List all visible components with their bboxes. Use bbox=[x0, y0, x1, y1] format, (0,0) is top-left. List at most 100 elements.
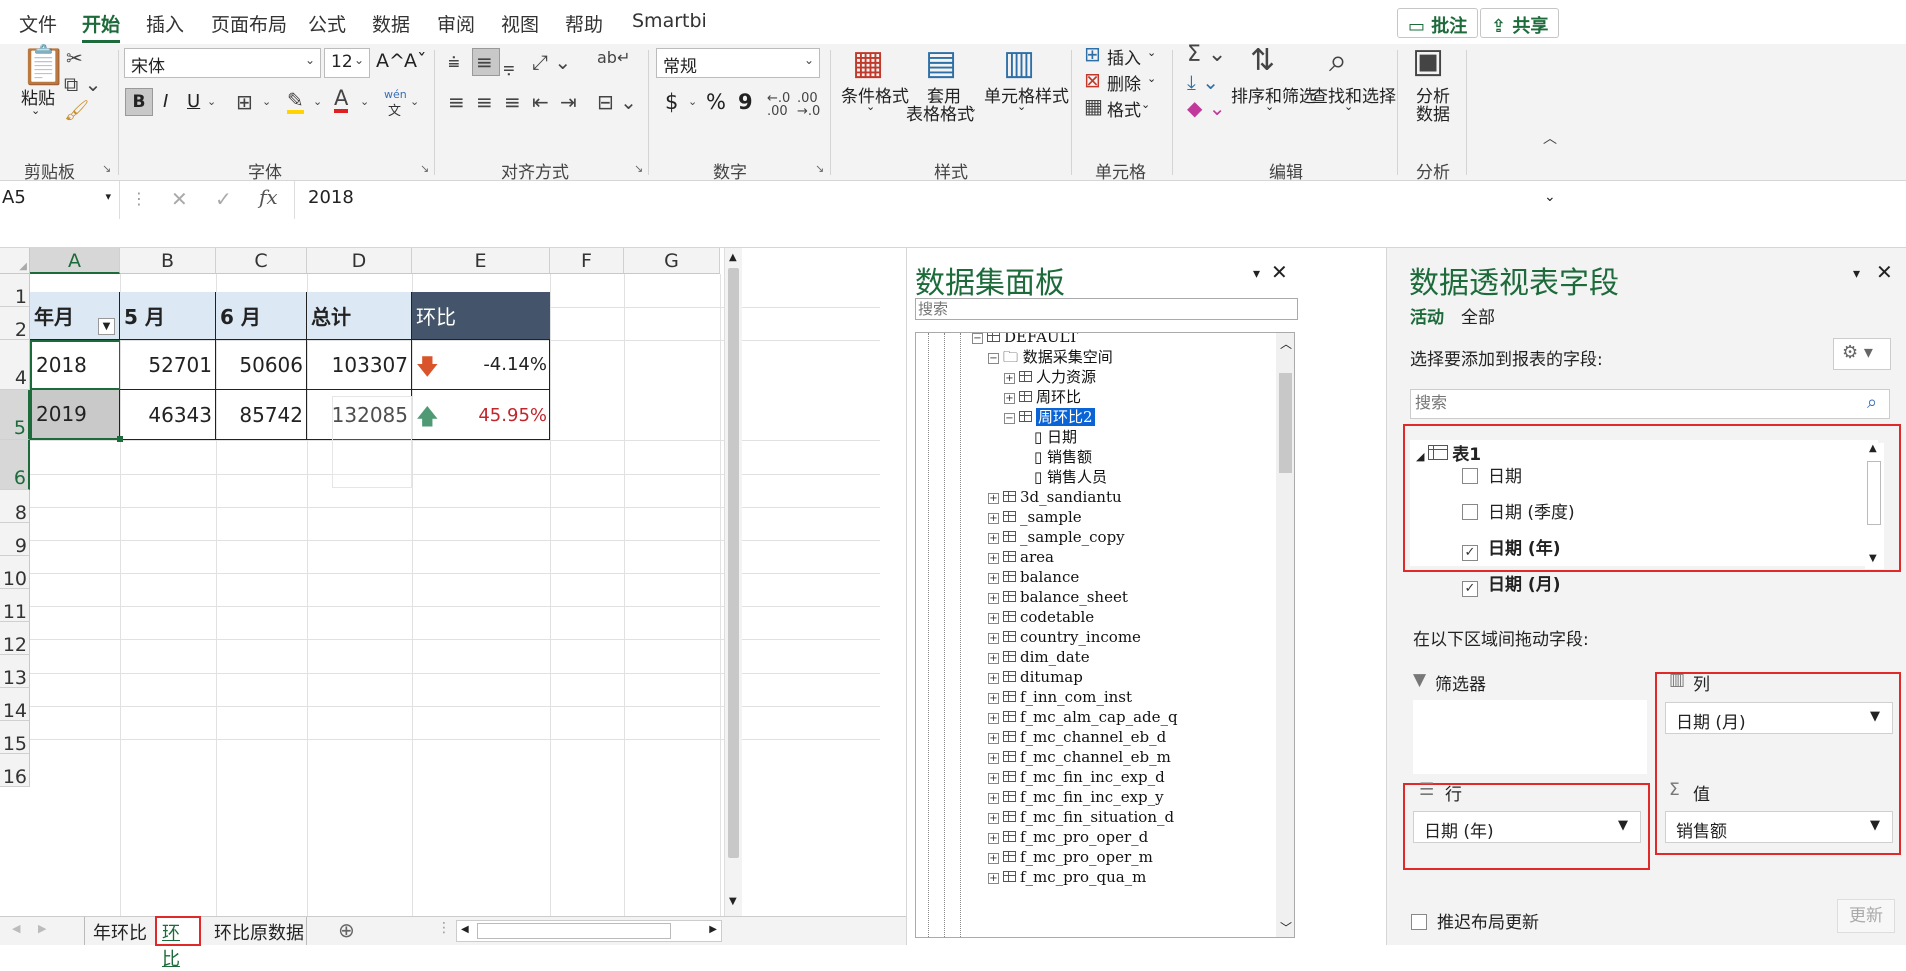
tree-table[interactable]: + country_income bbox=[988, 627, 1141, 647]
cell-b5[interactable]: 52701 bbox=[120, 340, 216, 390]
insert-function-icon[interactable]: fx bbox=[259, 185, 278, 209]
tree-node-space[interactable]: − 🗀 数据采集空间 bbox=[988, 347, 1113, 367]
insert-cells-button[interactable]: 插入 bbox=[1107, 44, 1141, 69]
row-header-6[interactable]: 6 bbox=[0, 440, 30, 490]
cell-d5[interactable]: 103307 bbox=[307, 340, 412, 390]
cell-styles-icon[interactable]: ▥ bbox=[1003, 46, 1035, 80]
collapse-icon[interactable]: − bbox=[972, 333, 983, 344]
chevron-down-icon[interactable]: ⌄ bbox=[207, 96, 216, 107]
increase-decimal-icon[interactable]: ←.0.00 bbox=[767, 92, 790, 118]
horizontal-scrollbar[interactable]: ◀ ▶ bbox=[456, 920, 722, 942]
font-size-select[interactable]: 12 ⌄ bbox=[324, 48, 370, 78]
expand-icon[interactable]: + bbox=[988, 593, 999, 604]
gear-icon[interactable]: ⚙ ▾ bbox=[1833, 338, 1891, 370]
tab-home[interactable]: 开始 bbox=[82, 10, 121, 43]
add-sheet-icon[interactable]: ⊕ bbox=[338, 918, 355, 942]
select-all-corner[interactable]: ◢ bbox=[0, 248, 30, 274]
filter-dropdown-icon[interactable]: ▼ bbox=[98, 318, 115, 335]
row-header-5[interactable]: 5 bbox=[0, 390, 30, 440]
cell-c5[interactable]: 50606 bbox=[216, 340, 307, 390]
tab-active[interactable]: 活动 bbox=[1410, 303, 1444, 328]
sheet-tab-ratio[interactable]: 环比 bbox=[155, 916, 201, 970]
tab-file[interactable]: 文件 bbox=[19, 10, 57, 37]
header-cell-year-month[interactable]: 年月 ▼ bbox=[30, 292, 120, 340]
expand-icon[interactable]: + bbox=[988, 673, 999, 684]
increase-indent-icon[interactable]: ⇥ bbox=[560, 92, 577, 112]
expand-icon[interactable]: + bbox=[988, 753, 999, 764]
tab-all[interactable]: 全部 bbox=[1461, 303, 1495, 328]
find-select-button[interactable]: 查找和选择 bbox=[1311, 82, 1396, 107]
defer-update-option[interactable]: 推迟布局更新 bbox=[1411, 908, 1539, 933]
checkbox[interactable] bbox=[1462, 504, 1478, 520]
column-header-d[interactable]: D bbox=[307, 248, 412, 274]
tree-node-weekly2[interactable]: − 周环比2 bbox=[1004, 407, 1095, 427]
tree-table[interactable]: + ditumap bbox=[988, 667, 1083, 687]
column-header-e[interactable]: E bbox=[412, 248, 550, 274]
fill-icon[interactable]: ⤓ ⌄ bbox=[1187, 72, 1219, 92]
cell-a6[interactable]: 2019 bbox=[30, 390, 120, 440]
grow-font-icon[interactable]: A^ bbox=[376, 50, 405, 72]
expand-icon[interactable]: + bbox=[988, 513, 999, 524]
formula-input[interactable]: 2018 bbox=[294, 181, 1562, 219]
tree-table[interactable]: + f_mc_channel_eb_d bbox=[988, 727, 1166, 747]
chevron-down-icon[interactable]: ⌄ bbox=[688, 96, 697, 107]
align-left-icon[interactable]: ≡ bbox=[448, 92, 465, 112]
clipboard-launcher-icon[interactable]: ↘ bbox=[102, 162, 111, 175]
cell-e6[interactable]: 🡅 45.95% bbox=[412, 390, 550, 440]
chevron-down-icon[interactable]: ⌄ bbox=[313, 96, 322, 107]
underline-button[interactable]: U bbox=[187, 91, 200, 112]
format-cells-button[interactable]: 格式 bbox=[1107, 96, 1141, 121]
chevron-down-icon[interactable]: ⌄ bbox=[1147, 72, 1156, 85]
tree-table[interactable]: +3d_sandiantu bbox=[988, 487, 1122, 507]
row-header-16[interactable]: 16 bbox=[0, 754, 30, 788]
tree-table[interactable]: + f_mc_pro_oper_m bbox=[988, 847, 1153, 867]
expand-icon[interactable]: + bbox=[988, 533, 999, 544]
header-cell-may[interactable]: 5 月 bbox=[120, 292, 216, 340]
cell-e5[interactable]: 🡇 -4.14% bbox=[412, 340, 550, 390]
chevron-down-icon[interactable]: ⌄ bbox=[262, 96, 271, 107]
cancel-icon[interactable]: ✕ bbox=[171, 187, 188, 211]
cut-icon[interactable]: ✂ bbox=[66, 48, 83, 68]
scroll-up-icon[interactable]: ▲ bbox=[729, 252, 737, 263]
scroll-thumb[interactable] bbox=[477, 923, 671, 939]
comma-button[interactable]: 9 bbox=[738, 90, 753, 114]
expand-icon[interactable]: + bbox=[988, 733, 999, 744]
paste-dropdown-icon[interactable]: ⌄ bbox=[31, 104, 40, 117]
chevron-down-icon[interactable]: ⌄ bbox=[1344, 100, 1353, 113]
format-as-table-icon[interactable]: ▤ bbox=[925, 46, 957, 80]
field-item[interactable]: 日期 bbox=[1462, 462, 1522, 487]
expand-icon[interactable]: + bbox=[988, 793, 999, 804]
checkbox-checked[interactable]: ✓ bbox=[1462, 545, 1478, 561]
expand-icon[interactable]: + bbox=[1004, 373, 1015, 384]
share-button[interactable]: ⇪ 共享 bbox=[1480, 8, 1560, 38]
italic-button[interactable]: I bbox=[163, 91, 168, 112]
tab-data[interactable]: 数据 bbox=[372, 10, 410, 37]
chevron-down-icon[interactable]: ⌄ bbox=[968, 102, 977, 115]
tree-node-hr[interactable]: + 人力资源 bbox=[1004, 367, 1096, 387]
expand-formula-icon[interactable]: ⌄ bbox=[1544, 189, 1556, 205]
scroll-down-icon[interactable]: ▼ bbox=[1869, 553, 1877, 564]
scroll-down-icon[interactable]: ▼ bbox=[729, 896, 737, 907]
row-header-8[interactable]: 8 bbox=[0, 490, 30, 524]
format-cells-icon[interactable]: ▦ bbox=[1084, 96, 1103, 116]
orientation-icon[interactable]: ⤢ ⌄ bbox=[532, 52, 571, 72]
tab-smartbi[interactable]: Smartbi bbox=[632, 10, 707, 32]
update-button[interactable]: 更新 bbox=[1837, 899, 1895, 933]
conditional-format-icon[interactable]: ▦ bbox=[852, 46, 884, 80]
autosum-icon[interactable]: Σ ⌄ bbox=[1187, 44, 1226, 66]
shrink-font-icon[interactable]: Aˇ bbox=[404, 50, 427, 72]
column-field-dropdown[interactable]: 日期 (月) ▼ bbox=[1665, 702, 1893, 734]
column-header-a[interactable]: A bbox=[30, 248, 120, 274]
tree-table[interactable]: + balance bbox=[988, 567, 1079, 587]
tab-view[interactable]: 视图 bbox=[501, 10, 539, 37]
scroll-thumb[interactable] bbox=[1279, 373, 1292, 473]
field-item[interactable]: ✓ 日期 (月) bbox=[1462, 570, 1560, 597]
tree-table[interactable]: + _sample_copy bbox=[988, 527, 1125, 547]
header-cell-ratio[interactable]: 环比 bbox=[412, 292, 550, 340]
fill-color-icon[interactable]: ✎ bbox=[287, 90, 304, 114]
currency-button[interactable]: $ bbox=[665, 90, 678, 114]
scroll-right-icon[interactable]: ▶ bbox=[709, 924, 717, 935]
expand-icon[interactable]: + bbox=[988, 633, 999, 644]
tree-node-weekly[interactable]: + 周环比 bbox=[1004, 387, 1081, 407]
format-painter-icon[interactable]: 🖌 bbox=[64, 100, 89, 120]
